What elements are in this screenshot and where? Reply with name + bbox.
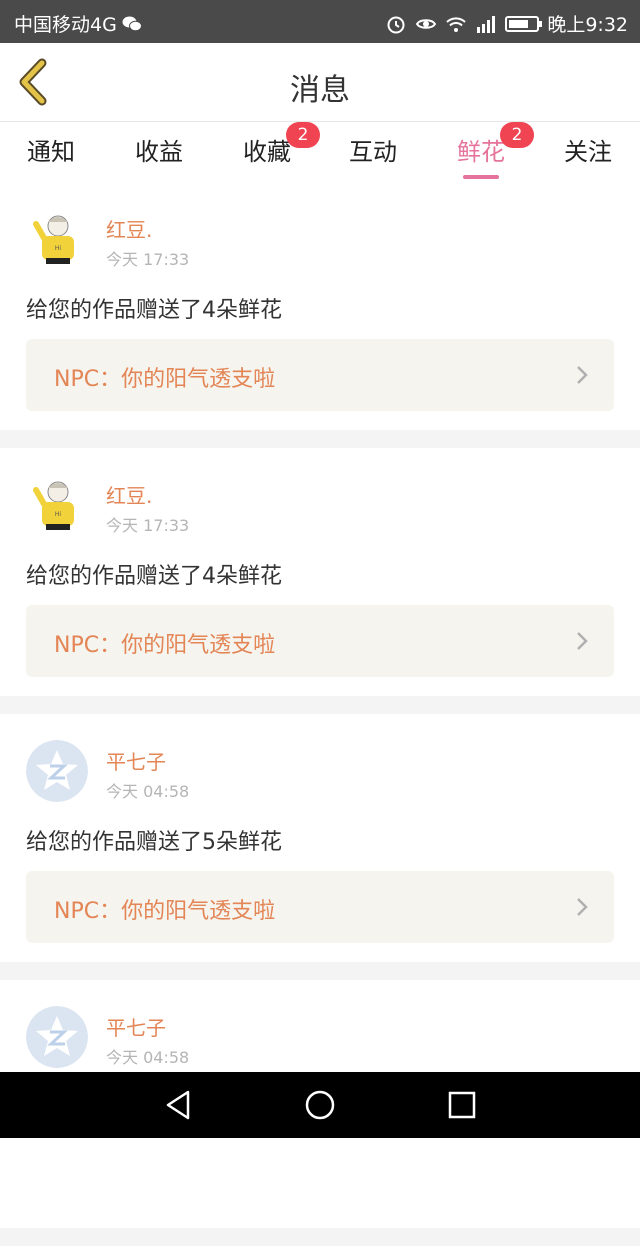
- avatar[interactable]: Hi: [26, 474, 88, 536]
- status-bar: 中国移动4G 晚上9:32: [0, 0, 640, 43]
- recents-nav-button[interactable]: [444, 1087, 480, 1123]
- tab-label: 通知: [27, 138, 75, 166]
- message-time: 今天 17:33: [106, 516, 190, 535]
- work-link[interactable]: NPC：你的阳气透支啦: [26, 605, 614, 677]
- tab-label: 关注: [564, 138, 612, 166]
- message-text: 给您的作品赠送了4朵鲜花: [26, 564, 282, 589]
- svg-text:Hi: Hi: [55, 511, 62, 518]
- back-nav-button[interactable]: [160, 1087, 196, 1123]
- alarm-icon: [387, 16, 405, 33]
- tab-earnings[interactable]: 收益: [114, 132, 204, 167]
- work-title: NPC：你的阳气透支啦: [54, 367, 276, 392]
- chevron-right-icon: [577, 898, 588, 916]
- work-link[interactable]: NPC：你的阳气透支啦: [26, 339, 614, 411]
- top-bar: 消息: [0, 43, 640, 122]
- tab-favorites[interactable]: 收藏 2: [222, 122, 320, 167]
- tab-bar: 通知 收益 收藏 2 互动 鲜花 2 关注: [0, 122, 640, 182]
- message-text: 给您的作品赠送了5朵鲜花: [26, 830, 282, 855]
- work-title: NPC：你的阳气透支啦: [54, 899, 276, 924]
- message-text: 给您的作品赠送了4朵鲜花: [26, 298, 282, 323]
- carrier-label: 中国移动4G: [14, 14, 117, 36]
- tab-label: 鲜花: [457, 138, 505, 166]
- tab-label: 收藏: [243, 138, 291, 166]
- sender-name[interactable]: 红豆.: [106, 480, 152, 509]
- tab-flowers[interactable]: 鲜花 2: [436, 122, 534, 179]
- tab-interactions[interactable]: 互动: [328, 132, 418, 167]
- message-time: 今天 04:58: [106, 1048, 190, 1067]
- unread-badge: 2: [500, 122, 534, 148]
- avatar[interactable]: [26, 1006, 88, 1068]
- tab-notice[interactable]: 通知: [6, 132, 96, 167]
- svg-text:Hi: Hi: [55, 245, 62, 252]
- work-link[interactable]: NPC：你的阳气透支啦: [26, 871, 614, 943]
- sender-name[interactable]: 红豆.: [106, 214, 152, 243]
- sender-name[interactable]: 平七子: [106, 746, 166, 775]
- tab-following[interactable]: 关注: [543, 132, 633, 167]
- chevron-right-icon: [577, 632, 588, 650]
- clock: 晚上9:32: [547, 14, 628, 36]
- tab-label: 互动: [349, 138, 397, 166]
- message-card: Hi 红豆. 今天 17:33 给您的作品赠送了4朵鲜花 NPC：你的阳气透支啦: [0, 448, 640, 696]
- signal-icon: [477, 15, 496, 33]
- home-nav-button[interactable]: [302, 1087, 338, 1123]
- battery-icon: [505, 15, 543, 32]
- unread-badge: 2: [286, 122, 320, 148]
- message-time: 今天 17:33: [106, 250, 190, 269]
- active-tab-indicator: [463, 175, 499, 179]
- wifi-icon: [446, 16, 467, 32]
- page-title: 消息: [290, 73, 350, 108]
- system-nav-bar: [0, 1072, 640, 1138]
- tab-label: 收益: [135, 138, 183, 166]
- message-time: 今天 04:58: [106, 782, 190, 801]
- sender-name[interactable]: 平七子: [106, 1012, 166, 1041]
- chevron-right-icon: [577, 366, 588, 384]
- avatar[interactable]: [26, 740, 88, 802]
- message-card: 平七子 今天 04:58 给您的作品赠送了5朵鲜花 NPC：你的阳气透支啦: [0, 714, 640, 962]
- work-title: NPC：你的阳气透支啦: [54, 633, 276, 658]
- avatar[interactable]: Hi: [26, 208, 88, 270]
- eye-icon: [416, 18, 437, 29]
- wechat-icon: [122, 16, 142, 31]
- message-card: Hi 红豆. 今天 17:33 给您的作品赠送了4朵鲜花 NPC：你的阳气透支啦: [0, 182, 640, 430]
